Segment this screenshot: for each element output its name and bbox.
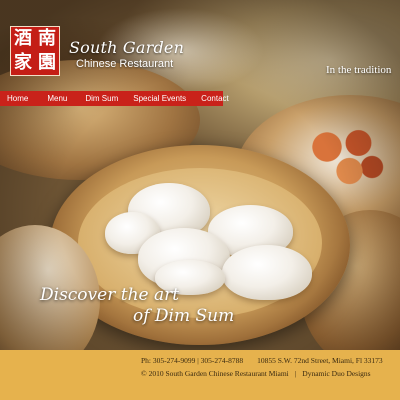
footer-contact-line: Ph: 305-274-9099 | 305-274-8788 10855 S.W… (141, 356, 383, 365)
footer-copyright-line: © 2010 South Garden Chinese Restaurant M… (141, 369, 371, 378)
hero-headline: Discover the art of Dim Sum (40, 285, 234, 327)
footer-phone: Ph: 305-274-9099 | 305-274-8788 (141, 356, 244, 365)
brand-name: South Garden (69, 38, 185, 57)
hero-headline-line2: of Dim Sum (133, 306, 235, 326)
logo-char: 園 (38, 52, 56, 73)
logo-char: 南 (38, 28, 56, 49)
footer-copyright: © 2010 South Garden Chinese Restaurant M… (141, 369, 289, 378)
footer-separator: | (294, 369, 297, 378)
main-nav: Home Menu Dim Sum Special Events Contact (0, 91, 229, 106)
nav-item-dim-sum[interactable]: Dim Sum (85, 94, 118, 103)
logo-char: 酒 (14, 28, 32, 49)
footer-address: 10855 S.W. 72nd Street, Miami, Fl 33173 (257, 356, 383, 365)
brand-subtitle: Chinese Restaurant (76, 58, 174, 70)
nav-item-menu[interactable]: Menu (47, 94, 67, 103)
brand: South Garden Chinese Restaurant (69, 38, 184, 70)
nav-item-home[interactable]: Home (7, 94, 28, 103)
nav-item-special-events[interactable]: Special Events (133, 94, 186, 103)
logo-char: 家 (14, 52, 32, 73)
footer-credit-link[interactable]: Dynamic Duo Designs (302, 369, 370, 378)
page: 酒 南 家 園 South Garden Chinese Restaurant … (0, 0, 400, 400)
tagline: In the tradition (326, 64, 392, 76)
hero-headline-line1: Discover the art (40, 285, 180, 305)
restaurant-logo[interactable]: 酒 南 家 園 (10, 26, 60, 76)
nav-item-contact[interactable]: Contact (201, 94, 229, 103)
